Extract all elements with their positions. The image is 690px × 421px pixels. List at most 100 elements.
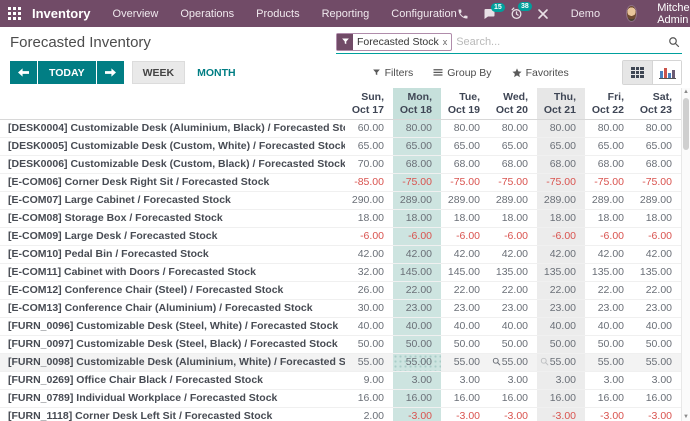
grid-cell[interactable]: 60.00: [345, 120, 393, 137]
app-name[interactable]: Inventory: [32, 6, 91, 21]
scroll-down-icon[interactable]: ▼: [682, 414, 690, 420]
grid-cell[interactable]: 55.00: [489, 354, 537, 371]
grid-row-label[interactable]: [E-COM13] Conference Chair (Aluminium) /…: [0, 300, 345, 317]
grid-cell[interactable]: -75.00: [393, 174, 441, 191]
grid-cell[interactable]: 40.00: [537, 318, 585, 335]
grid-cell[interactable]: 42.00: [537, 246, 585, 263]
grid-cell[interactable]: 290.00: [345, 192, 393, 209]
grid-cell[interactable]: 3.00: [441, 372, 489, 389]
grid-cell[interactable]: 18.00: [537, 210, 585, 227]
grid-cell[interactable]: 32.00: [345, 264, 393, 281]
grid-row[interactable]: [E-COM06] Corner Desk Right Sit / Foreca…: [0, 174, 690, 192]
grid-cell[interactable]: 42.00: [441, 246, 489, 263]
grid-cell[interactable]: 145.00: [393, 264, 441, 281]
grid-row-label[interactable]: [E-COM09] Large Desk / Forecasted Stock: [0, 228, 345, 245]
grid-cell[interactable]: -6.00: [633, 228, 681, 245]
column-header-oct-18[interactable]: Mon,Oct 18: [393, 88, 441, 119]
grid-cell[interactable]: 42.00: [345, 246, 393, 263]
previous-week-button[interactable]: [10, 61, 37, 84]
grid-cell[interactable]: 55.00: [633, 354, 681, 371]
grid-cell[interactable]: 18.00: [345, 210, 393, 227]
grid-cell[interactable]: 40.00: [393, 318, 441, 335]
developer-tools-icon[interactable]: [537, 8, 549, 20]
grid-cell[interactable]: 22.00: [633, 282, 681, 299]
grid-cell[interactable]: 3.00: [585, 372, 633, 389]
grid-cell[interactable]: 50.00: [345, 336, 393, 353]
grid-cell[interactable]: 3.00: [393, 372, 441, 389]
grid-cell[interactable]: 289.00: [441, 192, 489, 209]
grid-cell[interactable]: -75.00: [441, 174, 489, 191]
grid-row[interactable]: [FURN_0096] Customizable Desk (Steel, Wh…: [0, 318, 690, 336]
grid-cell[interactable]: 42.00: [585, 246, 633, 263]
cell-magnifier-icon[interactable]: [540, 357, 549, 366]
grid-cell[interactable]: -6.00: [537, 228, 585, 245]
grid-row-label[interactable]: [FURN_1118] Corner Desk Left Sit / Forec…: [0, 408, 345, 421]
grid-row[interactable]: [DESK0004] Customizable Desk (Aluminium,…: [0, 120, 690, 138]
user-menu[interactable]: Mitchell Admin: [657, 2, 690, 26]
groupby-menu[interactable]: Group By: [433, 67, 491, 79]
grid-cell[interactable]: 68.00: [393, 156, 441, 173]
column-header-oct-22[interactable]: Fri,Oct 22: [585, 88, 633, 119]
search-icon[interactable]: [668, 36, 682, 48]
grid-cell[interactable]: -6.00: [441, 228, 489, 245]
grid-cell[interactable]: -75.00: [585, 174, 633, 191]
grid-cell[interactable]: 40.00: [345, 318, 393, 335]
grid-cell[interactable]: -6.00: [585, 228, 633, 245]
grid-row[interactable]: [E-COM07] Large Cabinet / Forecasted Sto…: [0, 192, 690, 210]
grid-cell[interactable]: 23.00: [633, 300, 681, 317]
grid-cell[interactable]: 23.00: [489, 300, 537, 317]
scrollbar-thumb[interactable]: [683, 98, 689, 150]
grid-cell[interactable]: 16.00: [441, 390, 489, 407]
next-week-button[interactable]: [97, 61, 124, 84]
grid-cell[interactable]: 80.00: [537, 120, 585, 137]
grid-cell[interactable]: 3.00: [633, 372, 681, 389]
grid-cell[interactable]: 55.00: [585, 354, 633, 371]
grid-cell[interactable]: 80.00: [585, 120, 633, 137]
grid-cell[interactable]: 70.00: [345, 156, 393, 173]
grid-cell[interactable]: 80.00: [441, 120, 489, 137]
grid-cell[interactable]: 65.00: [489, 138, 537, 155]
search-input[interactable]: [456, 36, 668, 48]
month-button[interactable]: MONTH: [189, 61, 244, 84]
grid-cell[interactable]: 23.00: [441, 300, 489, 317]
grid-cell[interactable]: 16.00: [585, 390, 633, 407]
topbar-menu-products[interactable]: Products: [256, 8, 299, 20]
grid-cell[interactable]: -85.00: [345, 174, 393, 191]
grid-cell[interactable]: 22.00: [537, 282, 585, 299]
grid-cell[interactable]: 80.00: [633, 120, 681, 137]
grid-cell[interactable]: 145.00: [441, 264, 489, 281]
grid-cell[interactable]: 55.00: [345, 354, 393, 371]
week-button[interactable]: WEEK: [132, 61, 186, 84]
grid-row-label[interactable]: [DESK0005] Customizable Desk (Custom, Wh…: [0, 138, 345, 155]
grid-cell[interactable]: 289.00: [633, 192, 681, 209]
grid-cell[interactable]: -3.00: [441, 408, 489, 421]
grid-row[interactable]: [FURN_1118] Corner Desk Left Sit / Forec…: [0, 408, 690, 421]
search-bar[interactable]: Forecasted Stock x: [336, 30, 682, 54]
scroll-up-icon[interactable]: ▲: [682, 89, 690, 95]
grid-row-label[interactable]: [E-COM07] Large Cabinet / Forecasted Sto…: [0, 192, 345, 209]
grid-row-label[interactable]: [FURN_0098] Customizable Desk (Aluminium…: [0, 354, 345, 371]
facet-remove-icon[interactable]: x: [443, 37, 452, 47]
grid-cell[interactable]: 50.00: [441, 336, 489, 353]
topbar-menu-operations[interactable]: Operations: [180, 8, 234, 20]
grid-cell[interactable]: 23.00: [537, 300, 585, 317]
grid-cell[interactable]: 40.00: [585, 318, 633, 335]
grid-cell[interactable]: -3.00: [393, 408, 441, 421]
grid-row[interactable]: [FURN_0097] Customizable Desk (Steel, Bl…: [0, 336, 690, 354]
grid-row-label[interactable]: [E-COM11] Cabinet with Doors / Forecaste…: [0, 264, 345, 281]
grid-cell[interactable]: 26.00: [345, 282, 393, 299]
grid-cell[interactable]: -75.00: [633, 174, 681, 191]
grid-cell[interactable]: 22.00: [585, 282, 633, 299]
graph-view-button[interactable]: [652, 61, 681, 84]
grid-cell[interactable]: 55.00: [393, 354, 441, 371]
topbar-menu-configuration[interactable]: Configuration: [391, 8, 456, 20]
grid-cell[interactable]: 18.00: [585, 210, 633, 227]
grid-cell[interactable]: 68.00: [633, 156, 681, 173]
phone-icon[interactable]: [457, 8, 469, 20]
grid-cell[interactable]: 135.00: [537, 264, 585, 281]
grid-cell[interactable]: 22.00: [441, 282, 489, 299]
grid-row[interactable]: [E-COM13] Conference Chair (Aluminium) /…: [0, 300, 690, 318]
column-header-oct-19[interactable]: Tue,Oct 19: [441, 88, 489, 119]
grid-cell[interactable]: 3.00: [489, 372, 537, 389]
grid-cell[interactable]: 65.00: [393, 138, 441, 155]
